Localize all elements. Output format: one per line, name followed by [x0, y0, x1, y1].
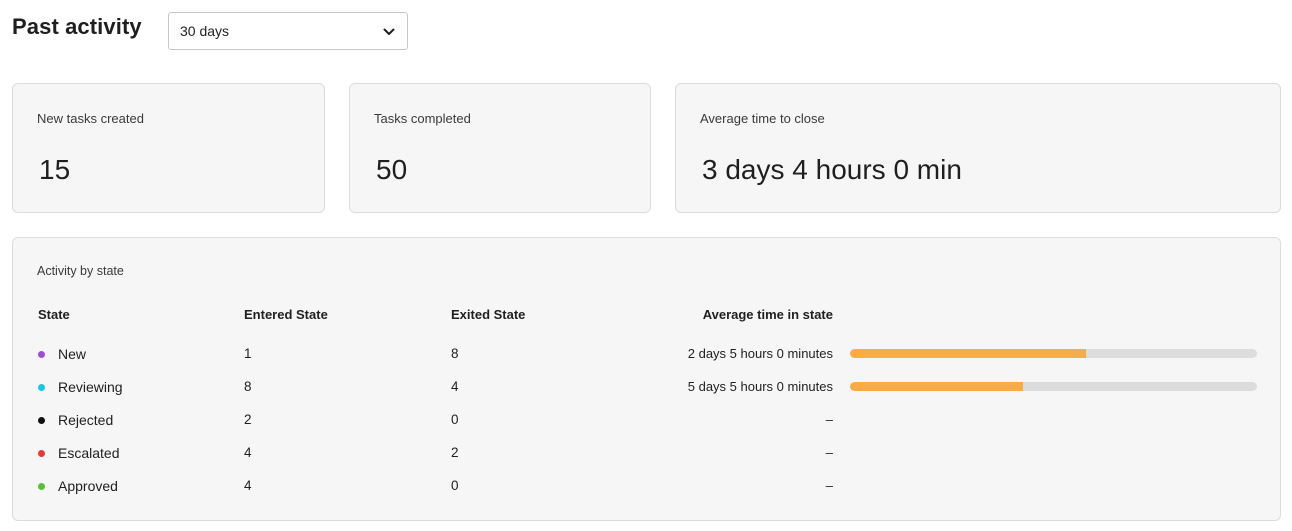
average-time-in-state: – — [825, 412, 833, 427]
state-name: Escalated — [58, 445, 120, 461]
state-color-dot-icon — [38, 351, 45, 358]
state-name: Rejected — [58, 412, 114, 428]
state-name: New — [58, 346, 87, 362]
time-in-state-bar-fill — [850, 382, 1023, 391]
column-header-avg-time: Average time in state — [702, 307, 833, 322]
entered-count: 4 — [244, 445, 252, 460]
state-color-dot-icon — [38, 384, 45, 391]
chevron-down-icon — [383, 28, 395, 35]
stat-value: 15 — [39, 154, 71, 185]
table-row: Rejected 2 0 – — [13, 410, 1280, 430]
exited-count: 2 — [451, 445, 459, 460]
average-time-in-state: – — [825, 478, 833, 493]
state-name: Reviewing — [58, 379, 123, 395]
state-name: Approved — [58, 478, 118, 494]
state-color-dot-icon — [38, 417, 45, 424]
page-title: Past activity — [12, 14, 142, 39]
table-row: Approved 4 0 – — [13, 476, 1280, 496]
stat-card-new-tasks: New tasks created 15 — [12, 83, 325, 213]
column-header-exited: Exited State — [451, 307, 526, 322]
stat-label: Tasks completed — [374, 111, 471, 126]
column-header-state: State — [38, 307, 70, 322]
stat-card-tasks-completed: Tasks completed 50 — [349, 83, 651, 213]
time-in-state-bar — [850, 382, 1257, 391]
stat-label: New tasks created — [37, 111, 144, 126]
time-in-state-bar — [850, 349, 1257, 358]
average-time-in-state: 5 days 5 hours 0 minutes — [687, 379, 833, 394]
stat-card-average-time-to-close: Average time to close 3 days 4 hours 0 m… — [675, 83, 1281, 213]
exited-count: 8 — [451, 346, 459, 361]
date-range-value: 30 days — [180, 23, 230, 39]
panel-title: Activity by state — [37, 264, 124, 278]
column-header-entered: Entered State — [244, 307, 328, 322]
activity-by-state-panel: Activity by state State Entered State Ex… — [12, 237, 1281, 521]
entered-count: 4 — [244, 478, 252, 493]
exited-count: 0 — [451, 412, 459, 427]
average-time-in-state: 2 days 5 hours 0 minutes — [687, 346, 833, 361]
entered-count: 1 — [244, 346, 252, 361]
state-color-dot-icon — [38, 450, 45, 457]
exited-count: 0 — [451, 478, 459, 493]
stat-value: 3 days 4 hours 0 min — [702, 154, 962, 185]
stat-label: Average time to close — [700, 111, 825, 126]
entered-count: 2 — [244, 412, 252, 427]
date-range-select[interactable]: 30 days — [168, 12, 408, 50]
exited-count: 4 — [451, 379, 459, 394]
average-time-in-state: – — [825, 445, 833, 460]
stat-value: 50 — [376, 154, 408, 185]
table-row: New 1 8 2 days 5 hours 0 minutes — [13, 344, 1280, 364]
table-row: Escalated 4 2 – — [13, 443, 1280, 463]
state-color-dot-icon — [38, 483, 45, 490]
time-in-state-bar-fill — [850, 349, 1087, 358]
entered-count: 8 — [244, 379, 252, 394]
table-row: Reviewing 8 4 5 days 5 hours 0 minutes — [13, 377, 1280, 397]
